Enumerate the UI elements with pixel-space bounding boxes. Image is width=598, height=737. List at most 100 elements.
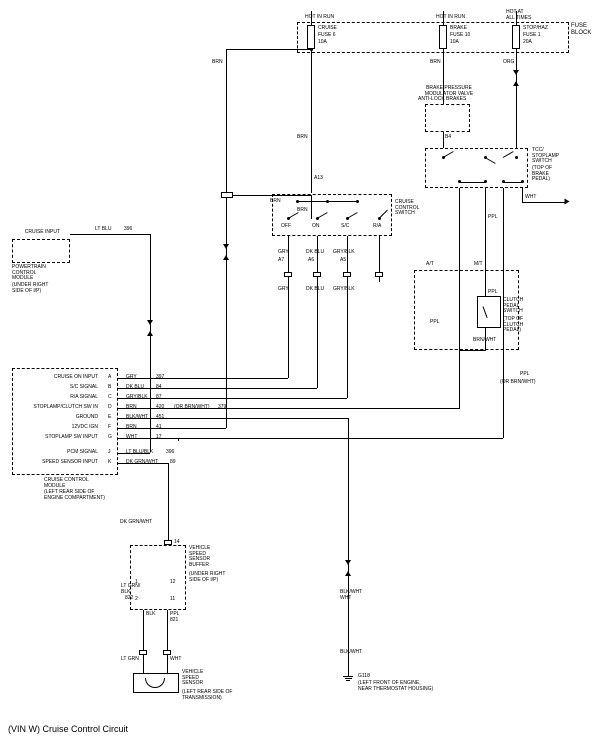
pcm-box	[12, 239, 70, 263]
brn-lbl-brk: BRN	[430, 60, 441, 66]
gryblk-a5: GRY/BLK	[333, 250, 355, 256]
blk-lbl-2: WHT	[340, 596, 347, 602]
vssb-12: 12	[170, 580, 176, 586]
vssb-11: 11	[170, 597, 175, 603]
a13-lbl: A13	[314, 176, 323, 182]
mt-label: M/T	[474, 262, 483, 268]
pinJ-lbl: PCM SIGNAL	[18, 450, 98, 456]
pinF-n: F	[108, 425, 111, 431]
pinD-lbl: STOPLAMP/CLUTCH SW IN	[4, 405, 98, 411]
pinD-n: D	[108, 405, 112, 411]
tcc-stop-label: TCC/ STOPLAMP SWITCH	[532, 148, 559, 165]
pinG-n: G	[108, 435, 112, 441]
pinJ-n: J	[108, 450, 111, 456]
ccm-loc: (LEFT REAR SIDE OF ENGINE COMPARTMENT)	[44, 490, 105, 501]
vss-loc: (LEFT REAR SIDE OF TRANSMISSION)	[182, 690, 232, 701]
pinB-n: B	[108, 385, 111, 391]
pinK-n: K	[108, 460, 111, 466]
dkblu-a6: DK BLU	[306, 250, 324, 256]
pinC-n: C	[108, 395, 112, 401]
fuse-cruise-desc: FUSE 6	[318, 33, 336, 39]
ppl-mt: PPL	[488, 290, 497, 296]
pinE-lbl: GROUND	[18, 415, 98, 421]
brn-lbl-4: BRN	[212, 60, 223, 66]
pos-off: OFF	[281, 224, 291, 230]
dkgrnwht-lbl: DK GRN/WHT	[120, 520, 152, 526]
clutch-name: CLUTCH PEDAL SWITCH	[503, 298, 523, 315]
or-brnwht: (OR BRN/WHT)	[500, 380, 536, 386]
pos-ra: R/A	[373, 224, 381, 230]
vssb-loc: (UNDER RIGHT SIDE OF I/P)	[189, 572, 225, 583]
pinB-lbl: S/C SIGNAL	[18, 385, 98, 391]
bpmv-box	[425, 104, 470, 132]
ppl-at: PPL	[430, 320, 439, 326]
tcc-stop-loc: (TOP OF BRAKE PEDAL)	[532, 166, 552, 183]
wht-lbl2: WHT	[170, 657, 181, 663]
a6: A6	[308, 258, 314, 264]
fuse-brake-name: BRAKE	[450, 26, 467, 32]
hot-in-run-2: HOT IN RUN	[436, 15, 465, 21]
fuse-stop-desc: FUSE 1	[523, 33, 541, 39]
pcm-loc: (UNDER RIGHT SIDE OF I/P)	[12, 283, 48, 294]
gryblk-2: GRY/BLK	[333, 287, 355, 293]
caption: (VIN W) Cruise Control Circuit	[8, 725, 128, 735]
ccsw-name: CRUISE CONTROL SWITCH	[395, 200, 419, 217]
at-label: A/T	[426, 262, 434, 268]
wire-blkwht-e	[348, 418, 349, 676]
pinF-lbl: 12VDC IGN	[18, 425, 98, 431]
pinK-id: 89	[170, 460, 176, 466]
vssb-2: 2	[135, 597, 138, 603]
orn-lbl: ORG	[503, 60, 514, 66]
pinA-n: A	[108, 375, 111, 381]
g118-loc: (LEFT FRONT OF ENGINE, NEAR THERMOSTAT H…	[358, 681, 433, 692]
pinA-lbl: CRUISE ON INPUT	[18, 375, 98, 381]
splice-s221	[221, 192, 233, 198]
gry-a7: GRY	[278, 250, 289, 256]
clutch-loc: (TOP OF CLUTCH PEDAL)	[503, 317, 523, 334]
fuse-block-label: FUSE BLOCK	[571, 23, 591, 36]
a5: A5	[340, 258, 346, 264]
pinK-lbl: SPEED SENSOR INPUT	[8, 460, 98, 466]
ltblu-id: 396	[124, 227, 132, 233]
pinG-lbl: STOPLAMP SW INPUT	[18, 435, 98, 441]
vss-name: VEHICLE SPEED SENSOR	[182, 670, 203, 687]
fuse-cruise-box	[307, 25, 315, 49]
fuse-brake-rating: 10A	[450, 40, 459, 46]
pos-on: ON	[312, 224, 320, 230]
pos-sc: S/C	[341, 224, 349, 230]
gry-2: GRY	[278, 287, 289, 293]
fuse-brake-box	[439, 25, 447, 49]
wire-dkgrnwht	[168, 463, 169, 543]
ppl-lbl-1: PPL	[488, 215, 497, 221]
a7: A7	[278, 258, 284, 264]
g118-id: G118	[358, 674, 370, 680]
ltgrn-blk-lbl: LT GRN/ BLK	[121, 584, 140, 595]
fuse-stop-name: STOP/HAZ	[523, 26, 548, 32]
bpmv-sub: ANTI-LOCK BRAKES	[418, 97, 466, 103]
hot-at-all-times: HOT AT ALL TIMES	[506, 10, 531, 21]
vssb-box	[130, 545, 186, 610]
ccm-name: CRUISE CONTROL MODULE	[44, 478, 89, 489]
brnwht-mt: BRN/WHT	[473, 338, 496, 344]
pinD-id3: 379	[218, 405, 226, 411]
ppl-id: 821	[170, 618, 178, 624]
blk-lbl: BLK	[146, 612, 155, 618]
vssb-name: VEHICLE SPEED SENSOR BUFFER	[189, 546, 210, 568]
bpmv-pin: B4	[445, 135, 451, 141]
hot-in-run-1: HOT IN RUN	[305, 15, 334, 21]
pinJ-id: 396	[166, 450, 174, 456]
pcm-cruise-input: CRUISE INPUT	[10, 230, 60, 236]
wht-lbl-0: WHT	[525, 195, 536, 201]
ltgrn-id: 822	[125, 596, 133, 602]
pinE-n: E	[108, 415, 111, 421]
pinC-lbl: R/A SIGNAL	[18, 395, 98, 401]
blkwht-lbl-3: BLK/WHT	[340, 650, 347, 656]
fuse-stop-rating: 20A	[523, 40, 532, 46]
ltblu-lbl: LT BLU	[95, 227, 112, 233]
fuse-brake-desc: FUSE 10	[450, 33, 470, 39]
ltgrn-lbl2: LT GRN	[121, 657, 139, 663]
fuse-cruise-name: CRUISE	[318, 26, 337, 32]
pcm-name: POWERTRAIN CONTROL MODULE	[12, 265, 46, 282]
ppl-merge: PPL	[520, 372, 529, 378]
pinD-id2: (OR BRN/WHT)	[174, 405, 210, 411]
